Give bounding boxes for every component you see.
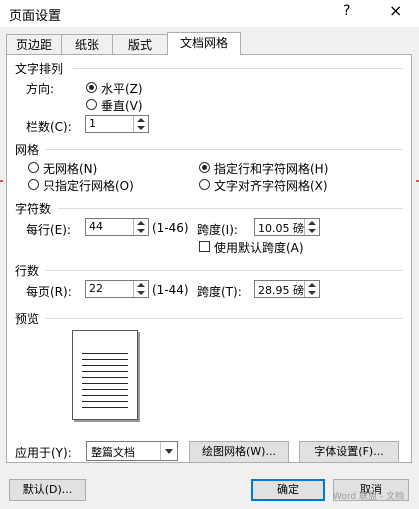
preview-page (72, 330, 138, 420)
preview-line (82, 371, 128, 372)
watermark: Word 联盟 - 文档 (333, 492, 404, 502)
lines-per-page-stepper[interactable]: 22 (85, 280, 149, 298)
radio-snap-to-char-grid-label[interactable]: 文字对齐字符网格(X) (214, 177, 328, 194)
apply-to-select[interactable]: 整篇文档 (86, 441, 178, 461)
apply-to-label: 应用于(Y): (15, 446, 72, 460)
tab-paper[interactable]: 纸张 (61, 34, 113, 54)
section-grid: 网格 (15, 143, 40, 157)
chars-per-line-stepper[interactable]: 44 (85, 218, 149, 236)
preview-line (82, 359, 128, 360)
use-default-pitch-checkbox[interactable] (199, 241, 210, 252)
columns-stepper[interactable]: 1 (85, 115, 149, 133)
spin-down-icon[interactable] (137, 126, 145, 130)
spin-down-icon[interactable] (308, 291, 316, 295)
section-lines: 行数 (15, 264, 40, 278)
columns-label: 栏数(C): (26, 120, 72, 134)
line-pitch-value[interactable]: 28.95 磅 (258, 282, 304, 298)
spin-up-icon[interactable] (137, 118, 145, 122)
columns-spin-buttons[interactable] (133, 116, 148, 132)
preview-line (82, 407, 128, 408)
dialog-title: 页面设置 (9, 9, 62, 24)
close-button[interactable]: × (389, 1, 402, 20)
section-divider (73, 68, 403, 69)
columns-value[interactable]: 1 (89, 117, 96, 130)
font-settings-button[interactable]: 字体设置(F)... (299, 441, 399, 463)
chars-per-line-label: 每行(E): (26, 223, 71, 237)
lines-per-page-range: (1-44) (152, 283, 189, 297)
char-pitch-label: 跨度(I): (197, 223, 238, 237)
char-pitch-stepper[interactable]: 10.05 磅 (254, 218, 320, 236)
default-button[interactable]: 默认(D)... (9, 479, 86, 501)
lines-per-page-label: 每页(R): (26, 285, 72, 299)
section-divider (58, 208, 403, 209)
preview-line (82, 365, 128, 366)
preview-line (82, 401, 128, 402)
spin-up-icon[interactable] (137, 221, 145, 225)
use-default-pitch-label[interactable]: 使用默认跨度(A) (214, 239, 304, 256)
radio-line-grid-only-label[interactable]: 只指定行网格(O) (43, 177, 134, 194)
line-pitch-label: 跨度(T): (197, 285, 242, 299)
radio-line-and-char-grid-label[interactable]: 指定行和字符网格(H) (214, 160, 328, 177)
radio-line-and-char-grid[interactable] (199, 162, 210, 173)
preview-line (82, 353, 128, 354)
spin-up-icon[interactable] (137, 283, 145, 287)
apply-to-value[interactable]: 整篇文档 (91, 444, 135, 460)
tab-layout[interactable]: 版式 (112, 34, 168, 54)
spin-up-icon[interactable] (308, 283, 316, 287)
radio-horizontal-label[interactable]: 水平(Z) (101, 80, 143, 97)
spin-down-icon[interactable] (137, 229, 145, 233)
spin-up-icon[interactable] (308, 221, 316, 225)
help-button[interactable]: ? (343, 3, 350, 19)
tab-margins[interactable]: 页边距 (6, 34, 62, 54)
ok-button[interactable]: 确定 (251, 479, 325, 501)
section-preview: 预览 (15, 312, 40, 326)
section-divider (45, 149, 403, 150)
spin-down-icon[interactable] (137, 291, 145, 295)
draw-grid-button[interactable]: 绘图网格(W)... (189, 441, 289, 463)
title-bar (0, 0, 419, 27)
section-text-direction: 文字排列 (15, 62, 64, 76)
background-edge-mark (0, 180, 3, 182)
chars-per-line-value[interactable]: 44 (89, 220, 103, 233)
radio-no-grid[interactable] (28, 162, 39, 173)
line-pitch-spin-buttons[interactable] (304, 281, 319, 297)
radio-horizontal[interactable] (86, 82, 97, 93)
tab-panel (6, 54, 412, 463)
direction-label: 方向: (26, 82, 55, 96)
radio-line-grid-only[interactable] (28, 179, 39, 190)
section-divider (45, 318, 403, 319)
section-divider (45, 270, 403, 271)
chevron-down-icon[interactable] (160, 442, 177, 460)
preview-line (82, 383, 128, 384)
chars-per-line-range: (1-46) (152, 221, 189, 235)
preview-line (82, 377, 128, 378)
radio-no-grid-label[interactable]: 无网格(N) (43, 160, 97, 177)
char-pitch-value[interactable]: 10.05 磅 (258, 220, 304, 236)
spin-down-icon[interactable] (308, 229, 316, 233)
radio-vertical[interactable] (86, 99, 97, 110)
tab-document-grid[interactable]: 文档网格 (167, 32, 241, 55)
section-characters: 字符数 (15, 202, 52, 216)
radio-snap-to-char-grid[interactable] (199, 179, 210, 190)
preview-line (82, 389, 128, 390)
lines-spin-buttons[interactable] (133, 281, 148, 297)
radio-vertical-label[interactable]: 垂直(V) (101, 97, 143, 114)
chars-spin-buttons[interactable] (133, 219, 148, 235)
line-pitch-stepper[interactable]: 28.95 磅 (254, 280, 320, 298)
char-pitch-spin-buttons[interactable] (304, 219, 319, 235)
lines-per-page-value[interactable]: 22 (89, 282, 103, 295)
preview-line (82, 395, 128, 396)
